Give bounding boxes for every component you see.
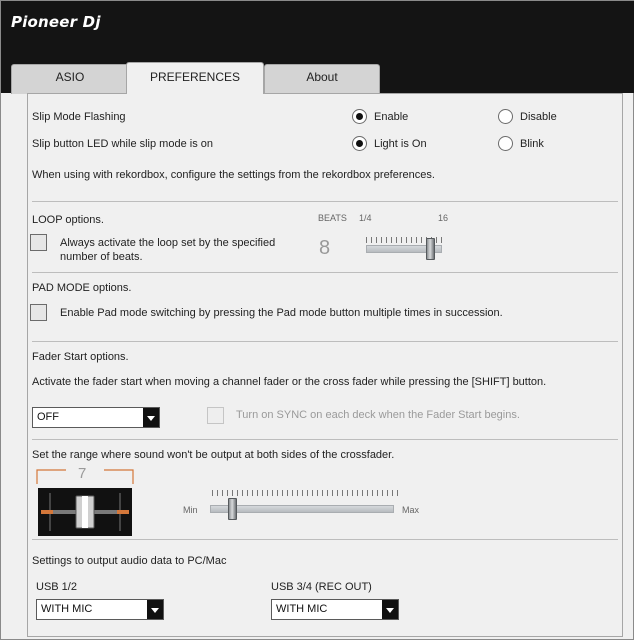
usb12-label: USB 1/2: [36, 581, 77, 593]
dropdown-arrow-icon: [382, 600, 398, 619]
usb34-dropdown-value: WITH MIC: [276, 603, 328, 615]
usb34-label: USB 3/4 (REC OUT): [271, 581, 372, 593]
section-divider: [32, 341, 618, 342]
tab-asio[interactable]: ASIO: [11, 64, 129, 94]
sync-on-fader-start-label: Turn on SYNC on each deck when the Fader…: [236, 409, 520, 421]
dropdown-arrow-icon: [143, 408, 159, 427]
slip-flashing-disable-radio[interactable]: [498, 109, 513, 124]
slip-flashing-label: Slip Mode Flashing: [32, 111, 126, 123]
slip-led-blink-label: Blink: [520, 138, 544, 150]
utility-window: Pioneer Dj ASIO About PREFERENCES Slip M…: [0, 0, 634, 640]
usb12-dropdown-value: WITH MIC: [41, 603, 93, 615]
pad-mode-switching-checkbox[interactable]: [30, 304, 47, 321]
crossfader-icon: [36, 469, 134, 536]
section-divider: [32, 439, 618, 440]
beats-value: 8: [319, 237, 331, 259]
usb34-dropdown[interactable]: WITH MIC: [271, 599, 399, 620]
loop-always-activate-checkbox[interactable]: [30, 234, 47, 251]
crossfader-slider-track[interactable]: [210, 505, 394, 513]
crossfader-cut-left: [41, 510, 53, 514]
crossfader-max-label: Max: [402, 505, 420, 515]
loop-options-title: LOOP options.: [32, 214, 104, 226]
audio-output-title: Settings to output audio data to PC/Mac: [32, 555, 227, 567]
pioneer-dj-logo: Pioneer Dj: [11, 13, 101, 31]
dropdown-arrow-icon: [147, 600, 163, 619]
fader-start-description: Activate the fader start when moving a c…: [32, 376, 547, 388]
section-divider: [32, 201, 618, 202]
slip-led-light-radio[interactable]: [352, 136, 367, 151]
slip-flashing-enable-radio[interactable]: [352, 109, 367, 124]
slip-flashing-enable-label: Enable: [374, 111, 409, 123]
crossfader-tick-marks: [212, 490, 398, 496]
beats-slider-thumb[interactable]: [426, 238, 435, 260]
section-divider: [32, 272, 618, 273]
crossfader-min-label: Min: [183, 505, 198, 515]
fader-start-title: Fader Start options.: [32, 351, 129, 363]
slip-led-label: Slip button LED while slip mode is on: [32, 138, 213, 150]
crossfader-knob-highlight: [82, 496, 88, 528]
preferences-panel: Slip Mode Flashing Enable Disable Slip b…: [27, 93, 623, 637]
fader-start-dropdown[interactable]: OFF: [32, 407, 160, 428]
beats-max-label: 16: [438, 213, 449, 223]
section-divider: [32, 539, 618, 540]
beats-label: BEATS: [318, 213, 347, 223]
loop-checkbox-label-line2: number of beats.: [60, 251, 143, 263]
crossfader-slider-thumb[interactable]: [227, 498, 237, 520]
rekordbox-note: When using with rekordbox, configure the…: [32, 169, 435, 181]
crossfader-description: Set the range where sound won't be outpu…: [32, 449, 395, 461]
beats-min-label: 1/4: [359, 213, 372, 223]
tab-about[interactable]: About: [264, 64, 380, 94]
crossfader-range-bracket: [36, 469, 134, 484]
loop-checkbox-label-line1: Always activate the loop set by the spec…: [60, 237, 276, 249]
fader-start-dropdown-value: OFF: [37, 411, 59, 423]
pad-mode-checkbox-label: Enable Pad mode switching by pressing th…: [60, 307, 503, 319]
crossfader-cut-right: [117, 510, 129, 514]
sync-on-fader-start-checkbox[interactable]: [207, 407, 224, 424]
pad-mode-options-title: PAD MODE options.: [32, 282, 132, 294]
slip-led-light-label: Light is On: [374, 138, 427, 150]
usb12-dropdown[interactable]: WITH MIC: [36, 599, 164, 620]
slip-flashing-disable-label: Disable: [520, 111, 557, 123]
tab-preferences[interactable]: PREFERENCES: [126, 62, 264, 94]
slip-led-blink-radio[interactable]: [498, 136, 513, 151]
